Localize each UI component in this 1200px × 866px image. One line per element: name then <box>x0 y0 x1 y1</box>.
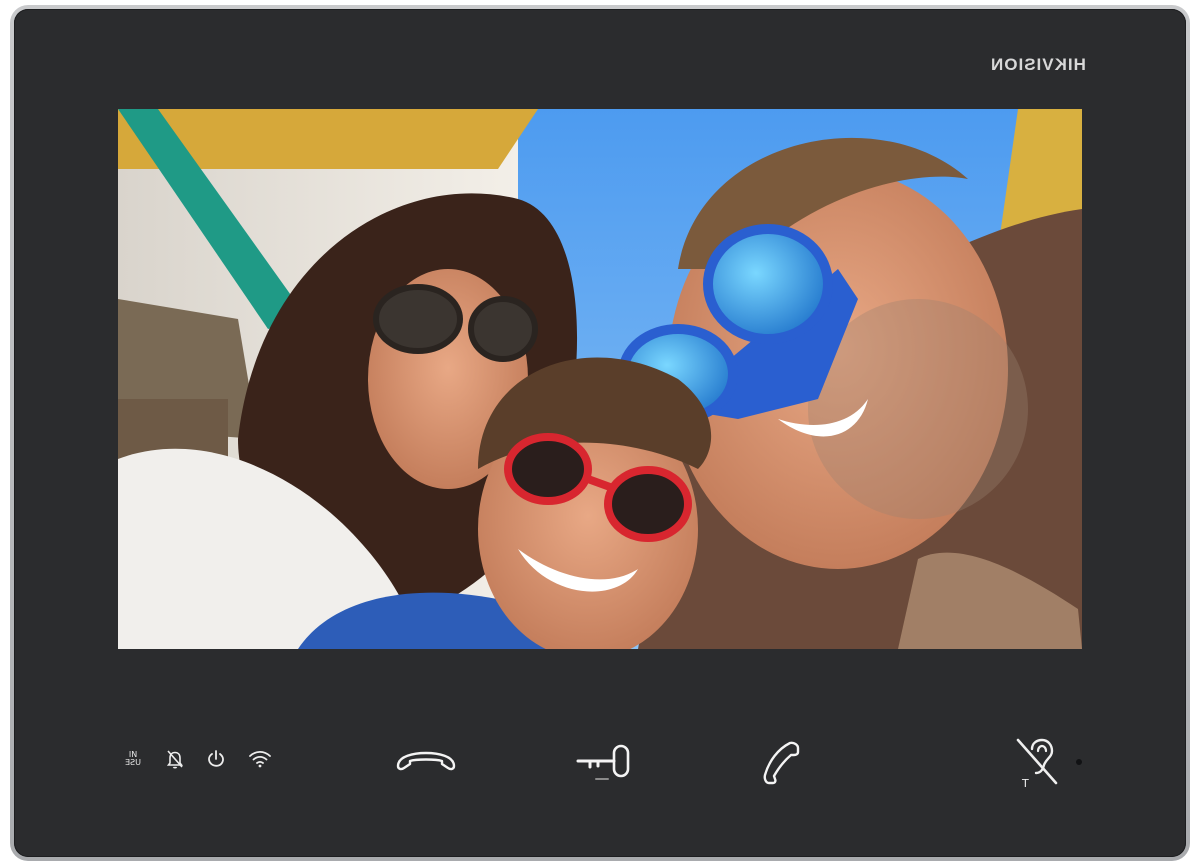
accessibility-indicator: T <box>1014 737 1062 790</box>
power-icon <box>206 749 226 769</box>
key-icon <box>576 744 630 780</box>
status-led <box>1076 759 1082 765</box>
in-use-bottom-label: USE <box>125 758 141 767</box>
monitor-bezel: HIKVISION IN USE T <box>14 9 1186 857</box>
hearing-loop-icon: T <box>1016 738 1058 790</box>
hearing-loop-label: T <box>1021 777 1029 789</box>
status-indicators: IN USE <box>122 749 272 769</box>
phone-icon <box>763 741 800 785</box>
video-screen[interactable] <box>118 109 1082 649</box>
in-use-indicator: IN USE <box>122 751 144 768</box>
brand-logo: HIKVISION <box>990 55 1086 74</box>
video-feed-image <box>118 109 1082 649</box>
mute-icon <box>166 749 184 769</box>
answer-button[interactable] <box>742 734 822 790</box>
intercom-monitor: HIKVISION IN USE T <box>10 5 1190 861</box>
wifi-icon <box>248 750 272 768</box>
hangup-icon <box>396 751 456 771</box>
unlock-button[interactable] <box>564 734 644 790</box>
hangup-button[interactable] <box>386 734 466 790</box>
